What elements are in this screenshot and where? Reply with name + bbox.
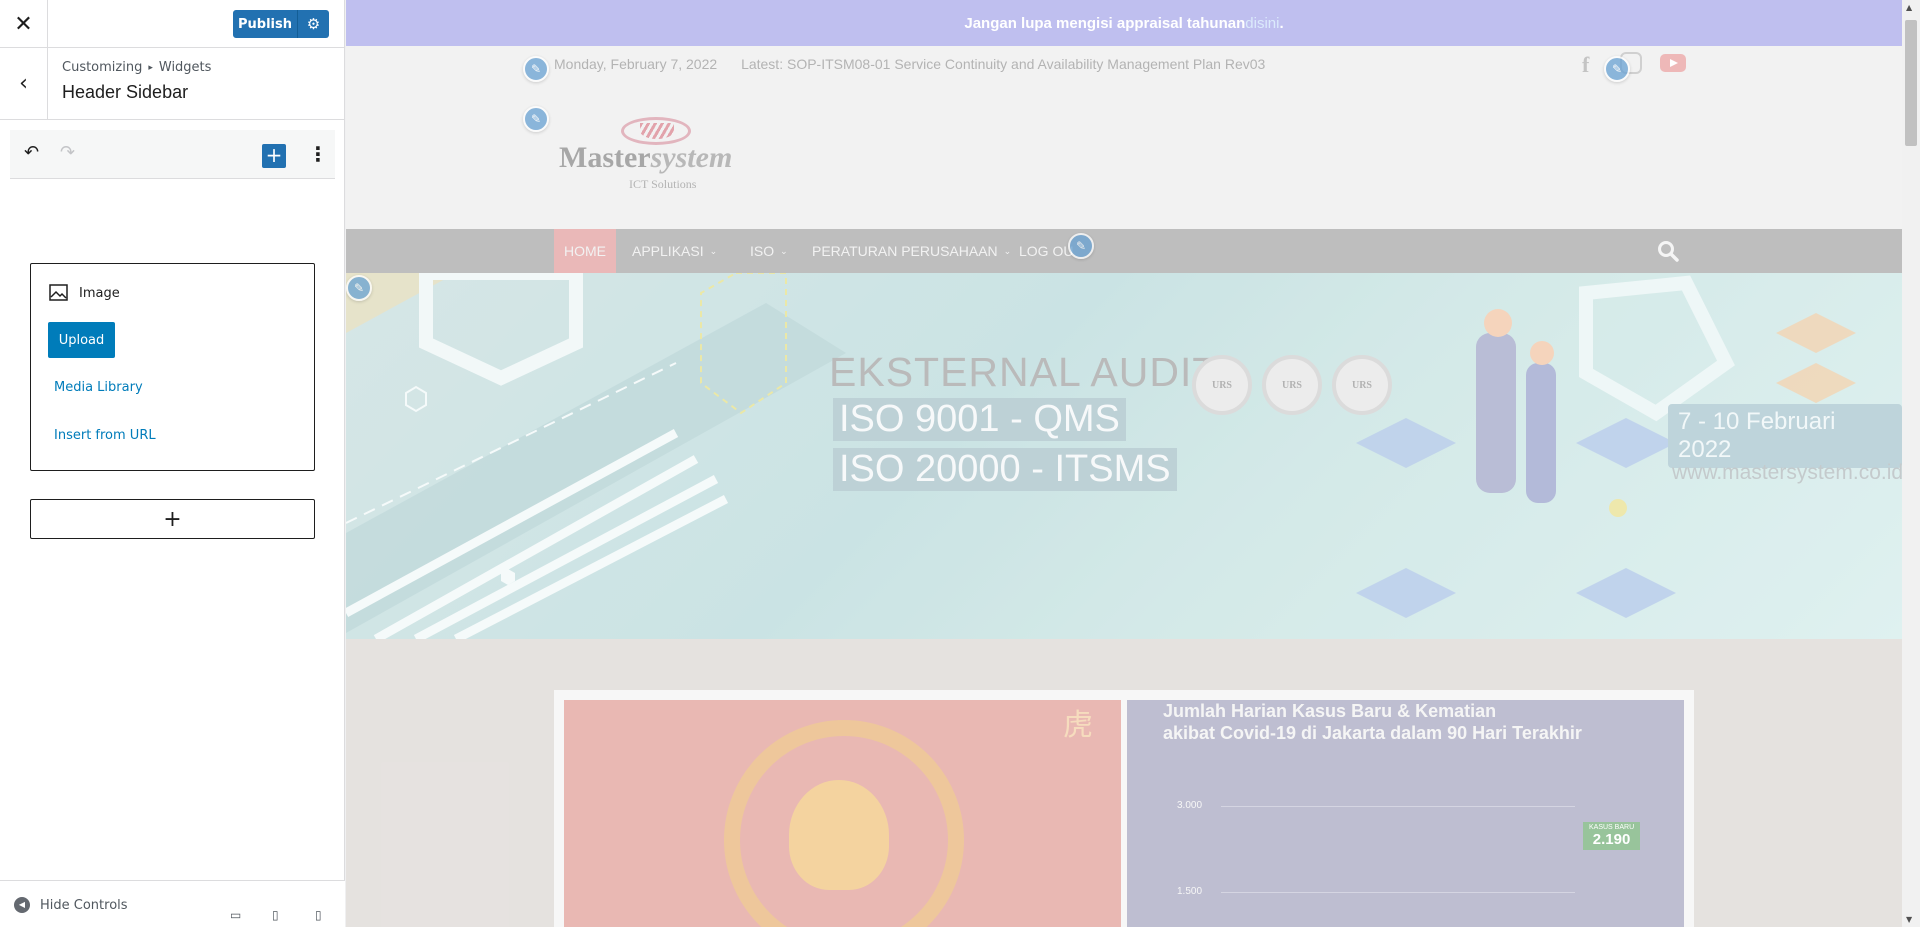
facebook-icon[interactable]: f — [1582, 52, 1600, 78]
undo-icon[interactable]: ↶ — [24, 142, 39, 163]
covid-gridline — [1221, 892, 1575, 893]
edit-shortcut-icon[interactable]: ✎ — [523, 56, 549, 82]
nav-item-peraturan[interactable]: PERATURAN PERUSAHAAN ⌄ — [802, 229, 1021, 273]
chevron-down-icon: ⌄ — [780, 245, 788, 256]
notice-link[interactable]: disini — [1245, 15, 1279, 32]
customizer-footer: ◀ Hide Controls ▭ ▯ ▯ — [0, 880, 345, 927]
section-title: Header Sidebar — [62, 82, 189, 102]
certification-seal-icon: URS — [1192, 355, 1252, 415]
top-bar: Monday, February 7, 2022 Latest: SOP-ITS… — [554, 56, 1285, 72]
card-covid-chart[interactable]: Jumlah Harian Kasus Baru & Kematian akib… — [1127, 700, 1684, 927]
search-icon[interactable] — [1656, 239, 1680, 263]
nav-item-home[interactable]: HOME — [554, 229, 616, 273]
nav-item-iso[interactable]: ISO ⌄ — [740, 229, 798, 273]
preview-scrollbar[interactable]: ▲ ▼ — [1902, 0, 1920, 927]
edit-shortcut-icon[interactable]: ✎ — [346, 275, 372, 301]
scroll-down-icon[interactable]: ▼ — [1906, 915, 1912, 924]
covid-chart-title: Jumlah Harian Kasus Baru & Kematian akib… — [1163, 700, 1582, 744]
media-library-link[interactable]: Media Library — [54, 380, 143, 395]
badge-value: 2.190 — [1592, 831, 1631, 848]
banner-title: EKSTERNAL AUDIT — [829, 349, 1219, 395]
publish-button[interactable]: Publish — [233, 10, 297, 38]
image-block-label: Image — [79, 286, 120, 301]
featured-cards: 虎 Jumlah Harian Kasus Baru & Kematian ak… — [554, 690, 1694, 927]
chevron-left-icon: ‹ — [19, 71, 28, 96]
hide-controls-button[interactable]: Hide Controls — [40, 898, 128, 913]
notice-text: Jangan lupa mengisi appraisal tahunan — [964, 14, 1246, 32]
image-icon — [49, 284, 68, 301]
hero-banner[interactable]: ✎ EKSTERNAL AUDIT ISO 9001 - QMS ISO 200… — [346, 273, 1902, 639]
logo-text: Mastersystem — [559, 141, 732, 175]
add-block-button[interactable]: + — [262, 144, 286, 168]
top-bar-latest[interactable]: Latest: SOP-ITSM08-01 Service Continuity… — [741, 56, 1265, 72]
back-button[interactable]: ‹ — [0, 48, 48, 119]
nav-label: HOME — [564, 243, 606, 259]
block-toolbar: ↶ ↷ + ⋮ — [10, 130, 335, 179]
logo-name-part1: Master — [559, 141, 651, 174]
edit-shortcut-icon[interactable]: ✎ — [1068, 233, 1094, 259]
content-area: 虎 Jumlah Harian Kasus Baru & Kematian ak… — [346, 639, 1902, 927]
image-block[interactable]: Image Upload Media Library Insert from U… — [30, 263, 315, 471]
publish-group: Publish ⚙ — [233, 10, 329, 38]
edit-shortcut-icon[interactable]: ✎ — [523, 106, 549, 132]
banner-website: www.mastersystem.co.id — [1672, 461, 1902, 484]
customizer-sidebar: ✕ Publish ⚙ ‹ Customizing ▸ Widgets Header… — [0, 0, 345, 927]
top-bar-date: Monday, February 7, 2022 — [554, 56, 718, 72]
badge-label: KASUS BARU — [1589, 824, 1635, 831]
youtube-icon[interactable] — [1660, 54, 1686, 72]
covid-tick-label: 1.500 — [1177, 886, 1203, 897]
logo-tagline: ICT Solutions — [629, 177, 697, 191]
covid-gridline — [1221, 806, 1575, 807]
tiger-illustration — [789, 780, 889, 890]
add-widget-button[interactable]: + — [30, 499, 315, 539]
hide-controls-icon[interactable]: ◀ — [14, 897, 30, 913]
nav-item-applikasi[interactable]: APPLIKASI ⌄ — [622, 229, 727, 273]
edit-shortcut-icon[interactable]: ✎ — [1604, 56, 1630, 82]
gear-icon: ⚙ — [306, 15, 321, 33]
nav-label: APPLIKASI — [632, 243, 704, 259]
certification-seal-icon: URS — [1332, 355, 1392, 415]
certification-seal-icon: URS — [1262, 355, 1322, 415]
breadcrumb-root: Customizing — [62, 60, 143, 75]
chevron-down-icon: ⌄ — [709, 245, 718, 256]
main-nav: HOME APPLIKASI ⌄ ISO ⌄ PERATURAN PERUSAHAA… — [346, 229, 1902, 273]
insert-from-url-link[interactable]: Insert from URL — [54, 428, 156, 443]
chinese-character: 虎 — [1063, 708, 1093, 743]
redo-icon[interactable]: ↷ — [60, 142, 75, 163]
social-links: f — [1582, 52, 1686, 78]
notice-end: . — [1279, 14, 1284, 32]
breadcrumb-section: Widgets — [158, 60, 212, 75]
breadcrumb-separator: ▸ — [148, 63, 153, 73]
covid-title-line-2: akibat Covid-19 di Jakarta dalam 90 Hari… — [1163, 723, 1582, 743]
nav-label: ISO — [750, 243, 775, 259]
tablet-preview-icon[interactable]: ▯ — [272, 908, 279, 922]
banner-iso-line-2: ISO 20000 - ITSMS — [833, 448, 1177, 491]
site-logo[interactable]: Mastersystem ICT Solutions — [559, 115, 769, 195]
desktop-preview-icon[interactable]: ▭ — [230, 908, 241, 922]
logo-name-part2: system — [650, 141, 733, 174]
upload-button[interactable]: Upload — [48, 322, 115, 358]
notice-bar: Jangan lupa mengisi appraisal tahunan di… — [346, 0, 1902, 46]
card-lunar-new-year[interactable]: 虎 — [564, 700, 1121, 927]
site-preview: Jangan lupa mengisi appraisal tahunan di… — [346, 0, 1902, 927]
close-icon: ✕ — [14, 11, 33, 37]
customizer-header: ✕ Publish ⚙ — [0, 0, 344, 48]
banner-iso-line-1: ISO 9001 - QMS — [833, 398, 1126, 441]
nav-label: LOG OU — [1019, 243, 1074, 259]
scroll-up-icon[interactable]: ▲ — [1906, 3, 1912, 12]
breadcrumb: Customizing ▸ Widgets — [62, 60, 211, 75]
covid-title-line-1: Jumlah Harian Kasus Baru & Kematian — [1163, 701, 1497, 721]
publish-settings-button[interactable]: ⚙ — [297, 10, 329, 38]
mobile-preview-icon[interactable]: ▯ — [315, 908, 322, 922]
nav-label: PERATURAN PERUSAHAAN — [812, 243, 998, 259]
more-options-icon[interactable]: ⋮ — [308, 142, 328, 166]
covid-tick-label: 3.000 — [1177, 800, 1203, 811]
banner-date: 7 - 10 Februari 2022 — [1668, 404, 1902, 468]
covid-new-cases-badge: KASUS BARU 2.190 — [1583, 822, 1641, 850]
section-header: ‹ Customizing ▸ Widgets Header Sidebar — [0, 48, 344, 120]
scrollbar-thumb[interactable] — [1905, 20, 1917, 146]
close-customizer-button[interactable]: ✕ — [0, 0, 48, 48]
